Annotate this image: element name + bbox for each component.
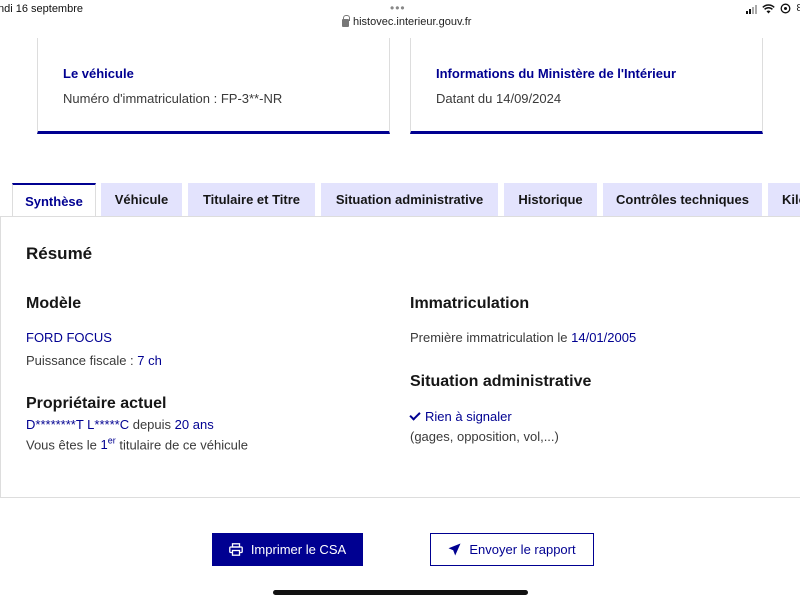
more-dots-icon[interactable]: ••• [390, 1, 406, 15]
status-date: ndi 16 septembre [0, 3, 83, 15]
report-tabs: Synthèse Véhicule Titulaire et Titre Sit… [0, 183, 800, 217]
owner-heading: Propriétaire actuel [26, 395, 167, 412]
owner-rank-suffix: titulaire de ce véhicule [119, 437, 248, 453]
fiscal-power-value: 7 ch [137, 353, 162, 368]
first-registration-date: 14/01/2005 [571, 330, 637, 345]
owner-rank-sup: er [107, 436, 116, 446]
first-registration-line: Première immatriculation le 14/01/2005 [410, 330, 636, 345]
check-icon [409, 409, 421, 421]
plate-label: Numéro d'immatriculation : [63, 91, 218, 106]
first-registration-label: Première immatriculation le [410, 330, 568, 345]
admin-status: Rien à signaler [425, 409, 512, 424]
print-csa-button[interactable]: Imprimer le CSA [212, 533, 363, 566]
owner-since-value: 20 ans [174, 417, 214, 432]
signal-icon [746, 4, 758, 14]
model-name: FORD FOCUS [26, 330, 112, 345]
owner-rank-line: Vous êtes le 1er titulaire de ce véhicul… [26, 436, 248, 452]
data-date-label: Datant du [436, 91, 493, 106]
admin-detail: (gages, opposition, vol,...) [410, 429, 559, 444]
location-icon [780, 3, 791, 14]
vehicle-card-title: Le véhicule [63, 66, 134, 81]
send-report-button[interactable]: Envoyer le rapport [430, 533, 594, 566]
ministry-card: Informations du Ministère de l'Intérieur… [410, 38, 763, 134]
tab-situation-administrative[interactable]: Situation administrative [321, 183, 498, 216]
owner-rank-num: 1 [100, 437, 108, 453]
vehicle-card: Le véhicule Numéro d'immatriculation : F… [37, 38, 390, 134]
admin-status-line: Rien à signaler [409, 409, 512, 424]
model-heading: Modèle [26, 295, 82, 312]
owner-rank-prefix: Vous êtes le [26, 437, 97, 453]
lock-icon [342, 15, 350, 27]
fiscal-power-label: Puissance fiscale : [26, 353, 134, 368]
tab-kilometrage[interactable]: Kilo [768, 183, 800, 216]
plate-value: FP-3**-NR [220, 91, 283, 106]
address-bar[interactable]: histovec.interieur.gouv.fr [342, 15, 472, 28]
printer-icon [228, 543, 243, 556]
data-date-value: 14/09/2024 [496, 91, 562, 106]
wifi-icon [762, 3, 776, 13]
fiscal-power-line: Puissance fiscale : 7 ch [26, 353, 162, 368]
tab-controles-techniques[interactable]: Contrôles techniques [603, 183, 762, 216]
owner-since-label: depuis [132, 417, 172, 432]
battery-level: 8 [796, 3, 800, 14]
send-report-label: Envoyer le rapport [469, 542, 576, 557]
ministry-card-title: Informations du Ministère de l'Intérieur [436, 66, 677, 81]
admin-heading: Situation administrative [410, 373, 592, 390]
home-indicator[interactable] [273, 590, 528, 595]
owner-name: D********T L*****C [26, 417, 130, 432]
owner-rank-number: 1er [100, 436, 116, 453]
owner-line: D********T L*****C depuis 20 ans [26, 417, 214, 432]
url-text: histovec.interieur.gouv.fr [353, 16, 472, 28]
tab-vehicule[interactable]: Véhicule [101, 183, 182, 216]
tab-titulaire-titre[interactable]: Titulaire et Titre [188, 183, 315, 216]
tab-synthese[interactable]: Synthèse [12, 183, 96, 217]
summary-title: Résumé [26, 244, 93, 263]
send-arrow-icon [448, 543, 461, 556]
plate-line: Numéro d'immatriculation : FP-3**-NR [63, 91, 282, 106]
status-indicators: 8 [746, 3, 800, 14]
data-date-line: Datant du 14/09/2024 [436, 91, 561, 106]
tab-historique[interactable]: Historique [504, 183, 597, 216]
registration-heading: Immatriculation [410, 295, 530, 312]
print-csa-label: Imprimer le CSA [250, 542, 347, 557]
status-bar: ndi 16 septembre ••• histovec.interieur.… [0, 0, 800, 34]
